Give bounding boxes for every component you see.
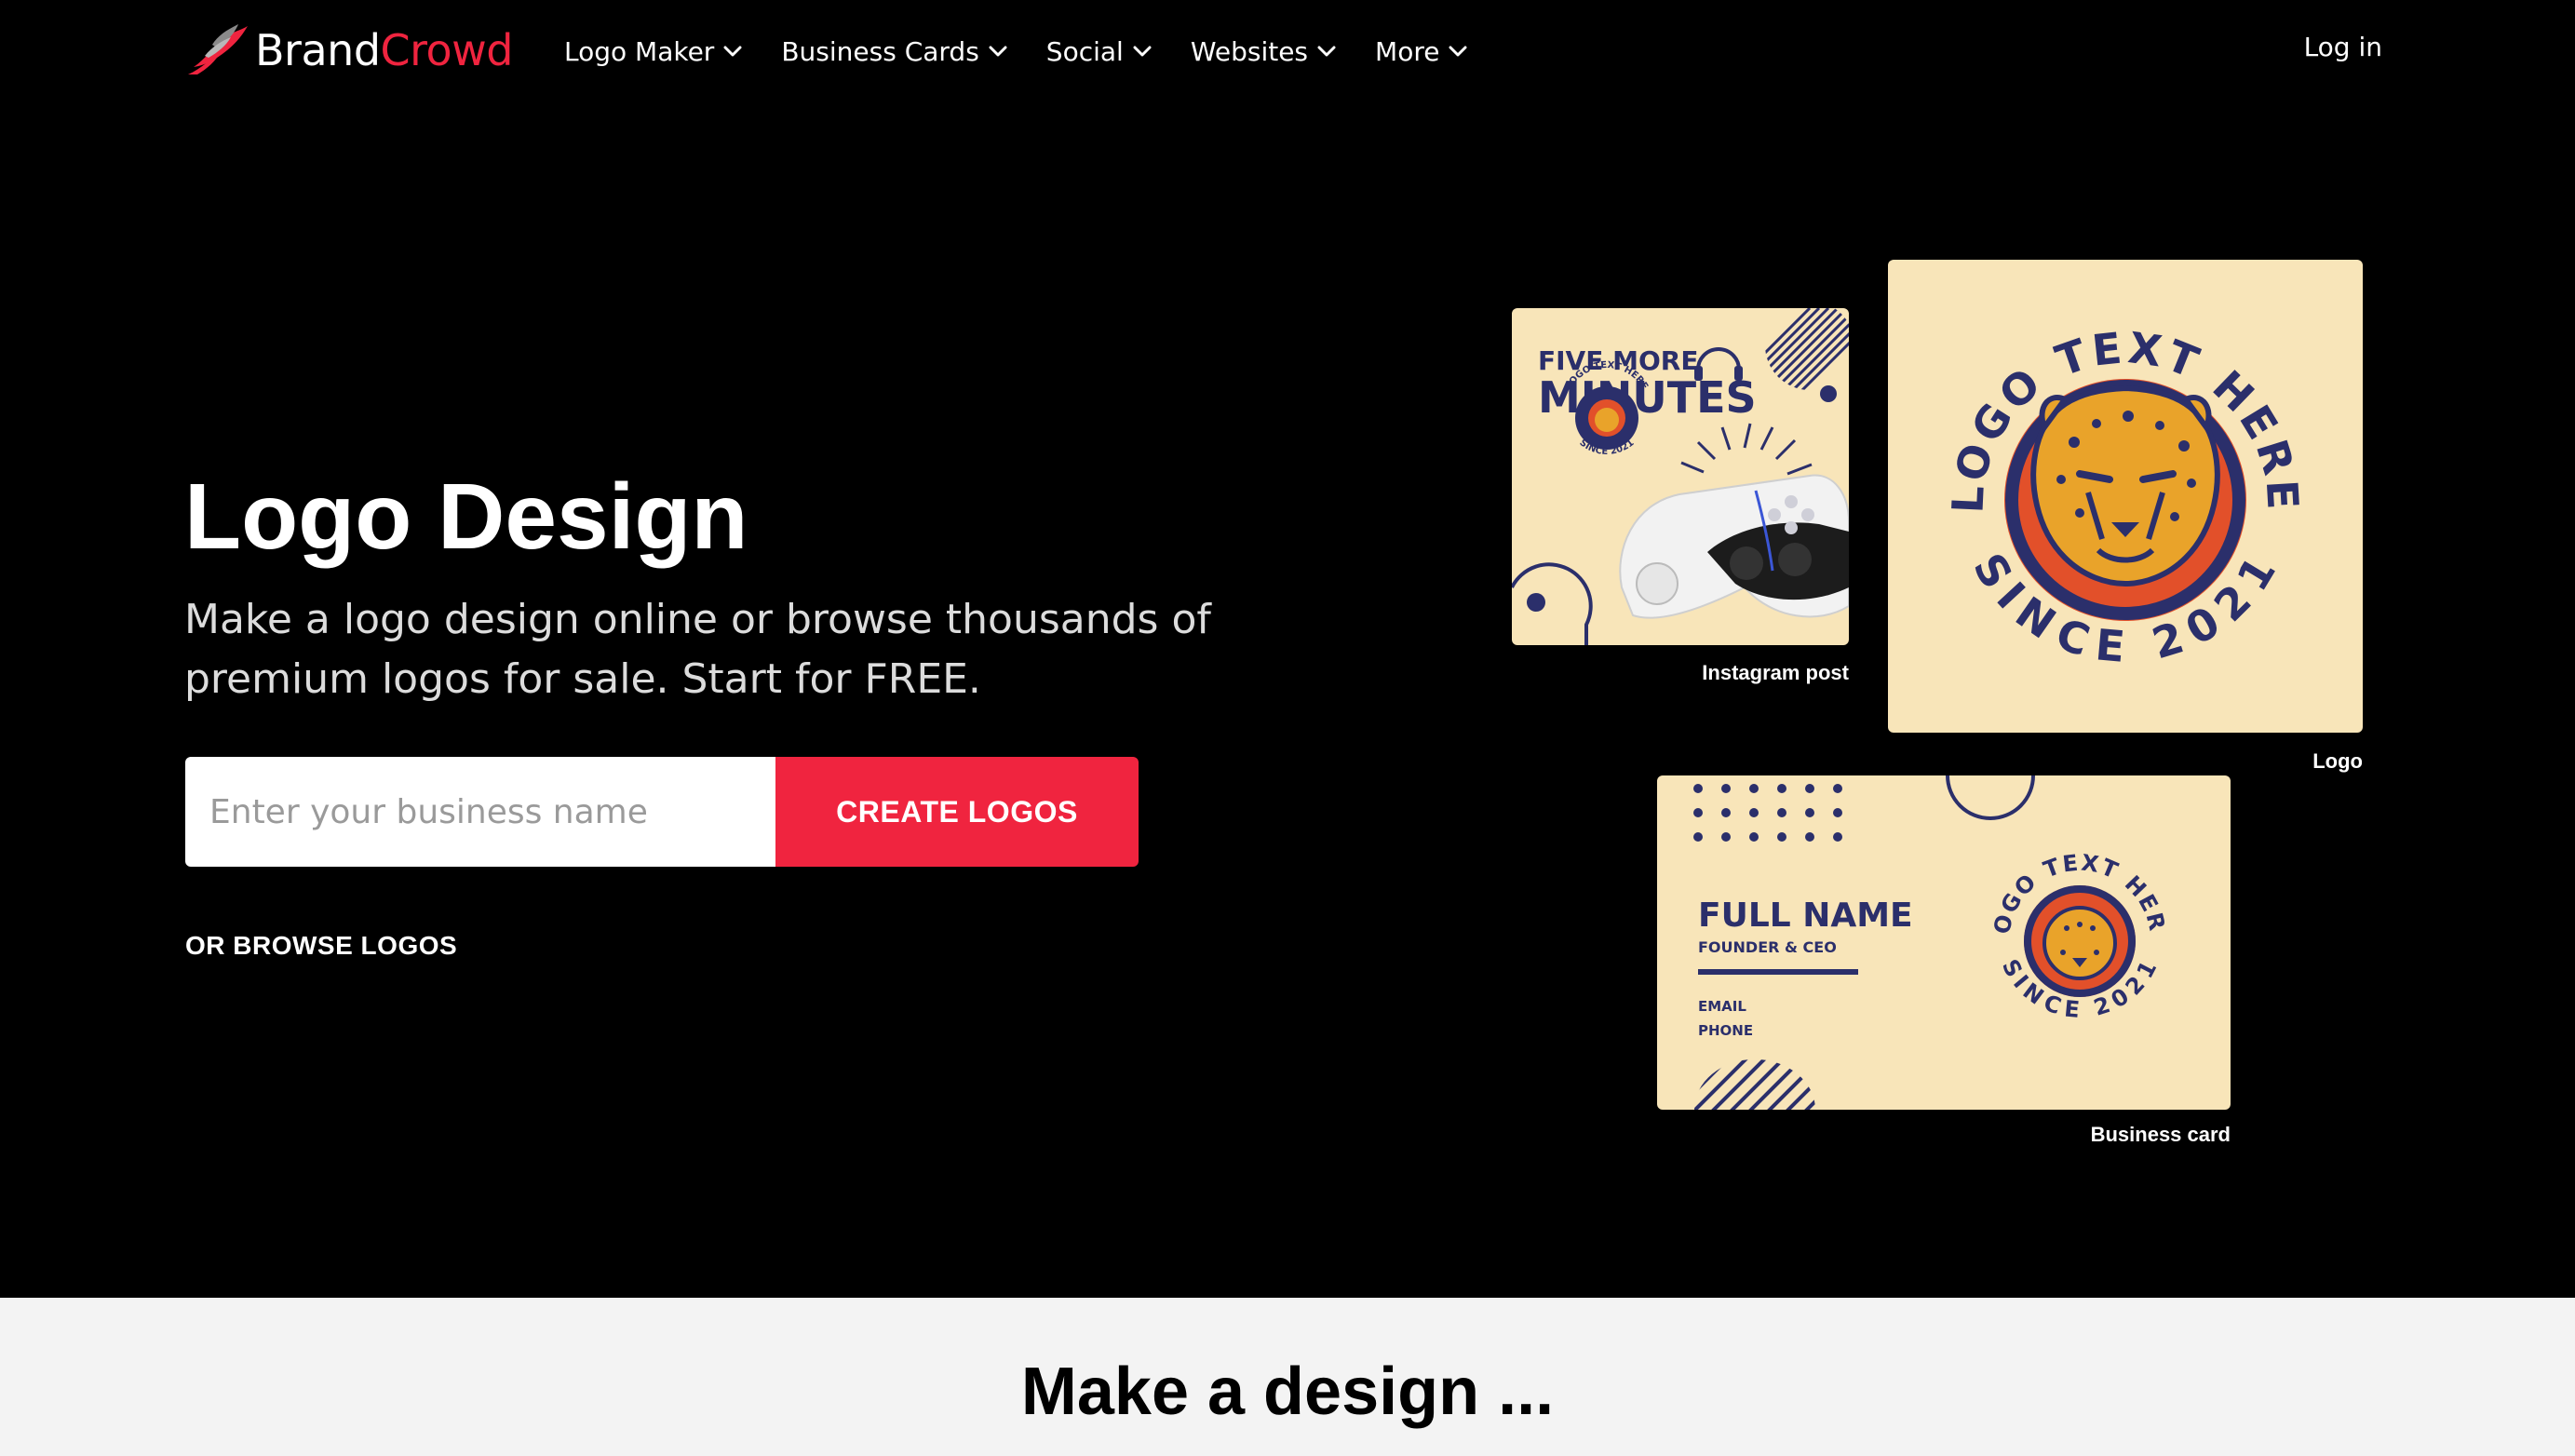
nav-label: Business Cards [781, 35, 979, 67]
business-card-preview[interactable]: FULL NAME FOUNDER & CEO EMAIL PHONE LOGO… [1657, 775, 2231, 1110]
hero-subtitle-line2: premium logos for sale. Start for FREE. [184, 655, 981, 703]
instagram-post-caption: Instagram post [1702, 661, 1849, 684]
brand-name-part2: Crowd [380, 25, 514, 75]
instagram-post-art: FIVE MORE MINUTES LOGO TEXT HERE SINCE 2… [1512, 308, 1849, 645]
page-title: Logo Design [184, 465, 748, 569]
brand-logo[interactable]: BrandCrowd [184, 20, 514, 80]
hero-subtitle: Make a logo design online or browse thou… [184, 590, 1227, 709]
chevron-down-icon [723, 46, 742, 57]
brand-name-part1: Brand [255, 25, 381, 75]
nav-business-cards[interactable]: Business Cards [781, 35, 1007, 67]
business-name-input[interactable] [185, 757, 775, 867]
biz-phone: PHONE [1698, 1022, 1753, 1039]
chevron-down-icon [1133, 46, 1152, 57]
nav-social[interactable]: Social [1046, 36, 1152, 67]
business-card-caption: Business card [2090, 1123, 2231, 1146]
site-header: BrandCrowd Logo Maker Business Cards Soc… [0, 0, 2575, 102]
browse-logos-link[interactable]: OR BROWSE LOGOS [185, 931, 457, 961]
chevron-down-icon [1449, 46, 1467, 57]
nav-label: More [1375, 35, 1440, 67]
brand-name: BrandCrowd [255, 29, 514, 72]
nav-more[interactable]: More [1375, 36, 1467, 67]
chevron-down-icon [1317, 46, 1336, 57]
nav-label: Websites [1190, 35, 1309, 67]
login-link[interactable]: Log in [2304, 32, 2382, 62]
chevron-down-icon [989, 46, 1007, 57]
nav-label: Logo Maker [564, 35, 715, 67]
main-nav: Logo Maker Business Cards Social Website… [564, 28, 1506, 74]
nav-label: Social [1045, 35, 1124, 67]
brandcrowd-bird-icon [188, 24, 248, 74]
nav-websites[interactable]: Websites [1191, 36, 1336, 67]
section-heading: Make a design ... [1020, 1355, 1555, 1429]
biz-role: FOUNDER & CEO [1698, 938, 1837, 956]
biz-full-name: FULL NAME [1698, 897, 1913, 935]
logo-preview[interactable]: LOGO TEXT HERE SINCE 2021 [1888, 260, 2363, 733]
logo-art: LOGO TEXT HERE SINCE 2021 [1942, 322, 2304, 672]
logo-caption: Logo [2312, 749, 2363, 773]
hero-subtitle-line1: Make a logo design online or browse thou… [184, 596, 1211, 643]
nav-logo-maker[interactable]: Logo Maker [564, 36, 742, 67]
business-name-form: CREATE LOGOS [185, 757, 1139, 867]
business-card-art: FULL NAME FOUNDER & CEO EMAIL PHONE LOGO… [1657, 775, 2169, 1110]
instagram-post-preview[interactable]: FIVE MORE MINUTES LOGO TEXT HERE SINCE 2… [1512, 308, 1849, 645]
biz-email: EMAIL [1698, 998, 1746, 1015]
create-logos-button[interactable]: CREATE LOGOS [775, 757, 1139, 867]
make-a-design-section: Make a design ... [0, 1298, 2575, 1456]
